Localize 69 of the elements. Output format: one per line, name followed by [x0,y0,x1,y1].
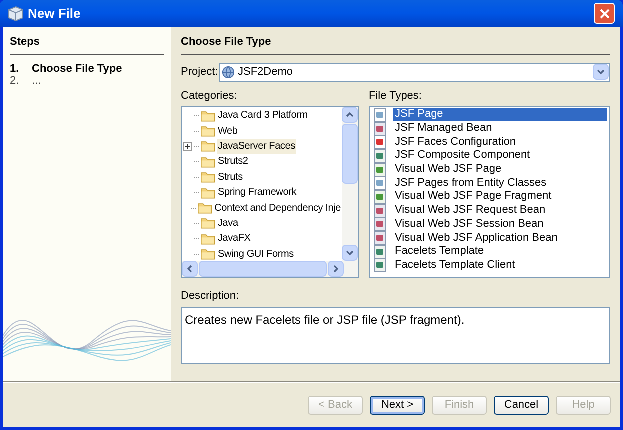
dialog-button[interactable]: Cancel [494,396,549,414]
list-item[interactable]: Visual Web JSF Request Bean [393,204,607,218]
tree-item[interactable]: Spring Framework [217,185,298,200]
tree-item[interactable]: JavaServer Faces [217,138,296,154]
vertical-scrollbar[interactable] [342,107,358,261]
horizontal-scrollbar[interactable] [182,261,358,277]
list-item[interactable]: JSF Composite Component [393,149,607,162]
file-icon [373,190,387,204]
file-icon [373,231,387,246]
file-icon [373,258,387,272]
tree-item[interactable]: Struts2 [217,154,250,170]
list-item[interactable]: Facelets Template Client [393,258,607,272]
expand-icon[interactable] [183,142,192,151]
file-icon [373,162,387,177]
list-item[interactable]: Visual Web JSF Session Bean [393,218,607,231]
list-item[interactable]: JSF Page [393,108,607,122]
scroll-thumb[interactable] [199,261,327,277]
scroll-down-icon[interactable] [342,245,358,261]
folder-icon [201,171,215,184]
file-icon [373,122,387,136]
tree-item[interactable]: Swing GUI Forms [217,246,295,261]
tree-item[interactable]: Web [217,124,239,139]
field-label: Project: [181,64,215,80]
folder-icon [201,140,215,152]
tree-item[interactable]: Java Card 3 Platform [217,108,309,124]
folder-icon [201,232,215,245]
close-button[interactable] [594,3,615,24]
scroll-right-icon[interactable] [328,261,344,277]
folder-icon [201,156,215,168]
list-item[interactable]: JSF Managed Bean [393,122,607,136]
file-icon [373,135,387,150]
scroll-left-icon[interactable] [182,261,198,277]
file-icon [373,204,387,218]
field-label: File Types: [369,88,423,104]
tree-item[interactable]: Context and Dependency Inje [214,200,342,216]
folder-icon [201,217,215,230]
folder-icon [198,202,212,214]
list-item[interactable]: Facelets Template [393,245,607,258]
window-title: New File [28,4,82,23]
field-label: Categories: [181,88,238,104]
folder-icon [201,125,215,138]
list-item[interactable]: JSF Pages from Entity Classes [393,176,607,190]
field-label: Description: [181,289,240,304]
description-box: Creates new Facelets file or JSP file (JSP fragment). [181,306,610,364]
list-item[interactable]: Visual Web JSF Page [393,163,607,176]
scroll-up-icon[interactable] [342,107,358,123]
list-item[interactable]: JSF Faces Configuration [393,136,607,149]
step-item: 2. ... [10,74,42,86]
step-item: 1. Choose File Type [10,62,124,74]
folder-icon [201,110,215,122]
file-icon [373,176,387,190]
dialog-button[interactable]: Next > [370,396,425,414]
cube-icon [8,6,24,22]
close-icon [600,8,610,18]
file-icon [373,244,387,259]
scroll-thumb[interactable] [342,124,358,184]
tree-item[interactable]: Struts [217,170,244,185]
file-icon [373,217,387,232]
tree-item[interactable]: JavaFX [217,231,252,246]
globe-icon [222,66,235,78]
folder-icon [201,186,215,199]
project-dropdown[interactable]: JSF2Demo [219,62,610,82]
list-item[interactable]: Visual Web JSF Page Fragment [393,190,607,204]
list-item[interactable]: Visual Web JSF Application Bean [393,232,607,245]
folder-icon [201,248,215,260]
section-title: Choose File Type [181,34,610,54]
tree-item[interactable]: Java [217,216,240,231]
steps-title: Steps [10,34,164,54]
file-icon [373,148,387,163]
